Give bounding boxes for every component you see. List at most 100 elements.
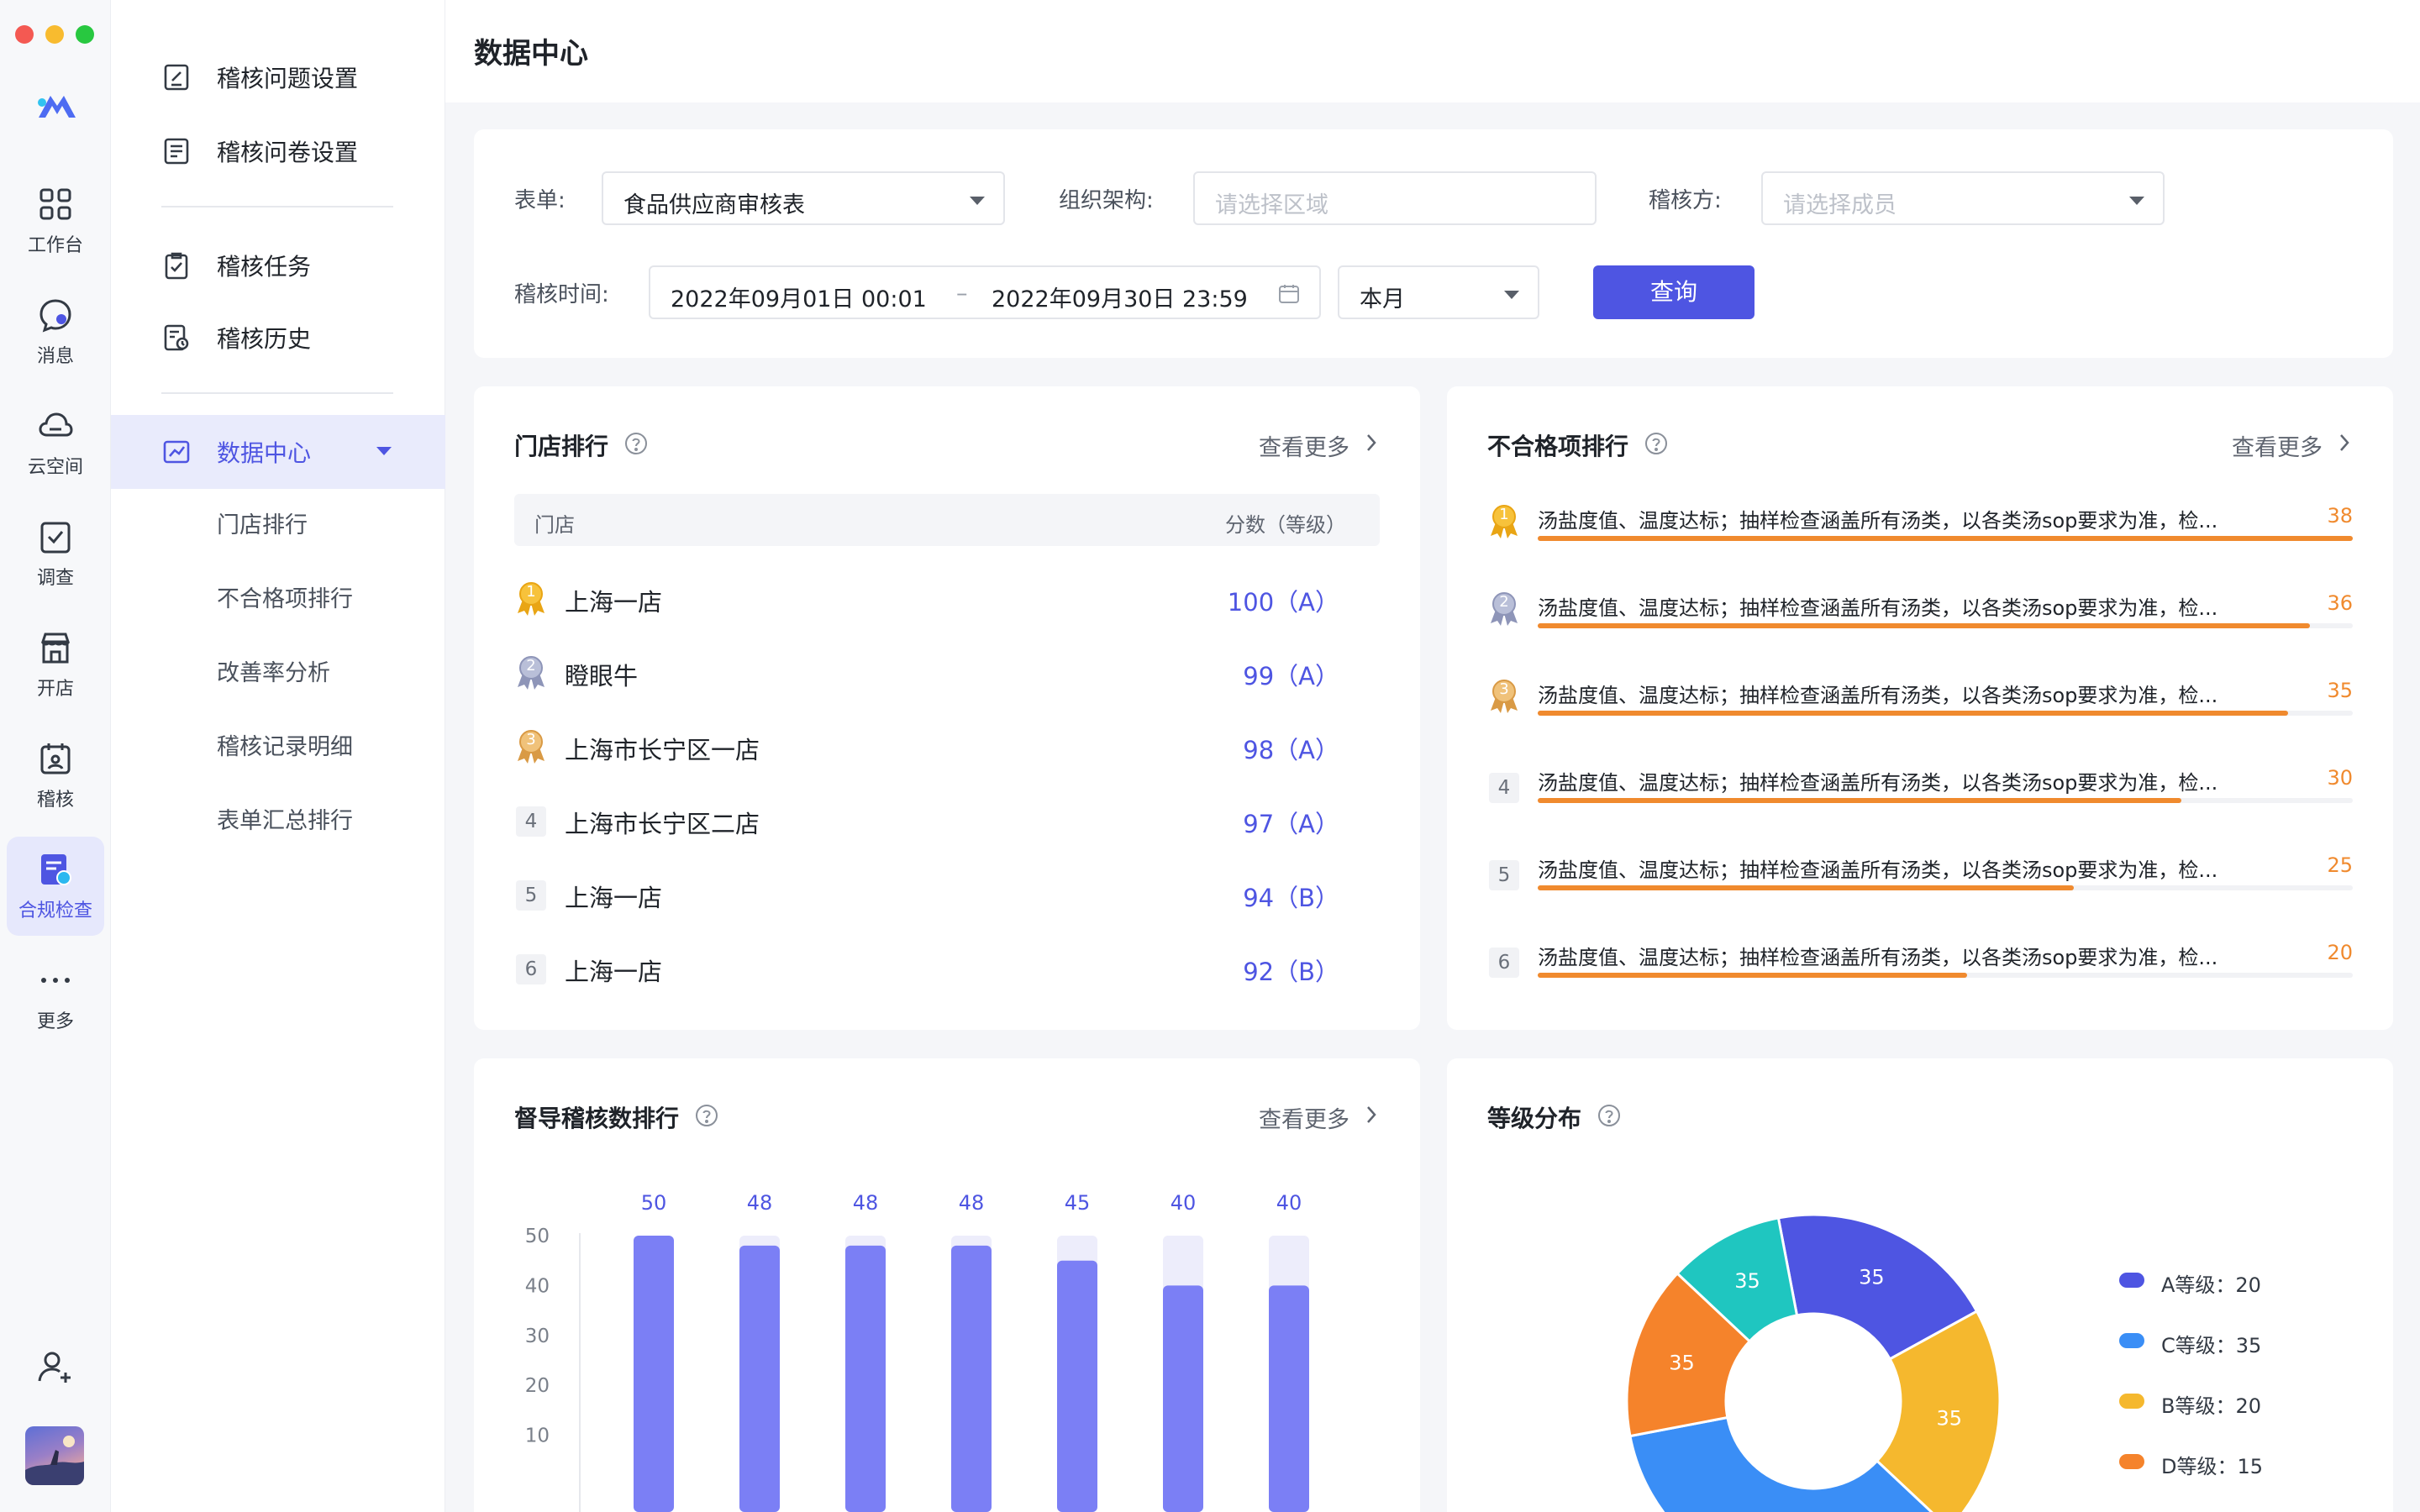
bar-value-label: 48 bbox=[747, 1191, 773, 1215]
nonconform-rank-row[interactable]: 1 汤盐度值、温度达标；抽样检查涵盖所有汤类，以各类汤sop要求为准，检... 38 bbox=[1487, 491, 2353, 578]
form-label: 表单: bbox=[514, 188, 566, 213]
menu-sub-item-improvement-analysis[interactable]: 改善率分析 bbox=[217, 637, 330, 711]
store-score: 97（A） bbox=[1243, 810, 1339, 838]
bronze-medal-icon: 3 bbox=[514, 727, 548, 764]
bar-value-label: 45 bbox=[1065, 1191, 1091, 1215]
org-select[interactable]: 请选择区域 bbox=[1193, 171, 1597, 225]
date-start: 2022年09月01日 00:01 bbox=[671, 286, 927, 312]
chevron-right-icon bbox=[1367, 434, 1376, 451]
store-rank-more-link[interactable]: 查看更多 bbox=[1259, 429, 1349, 462]
add-contact-icon[interactable] bbox=[35, 1347, 74, 1386]
y-tick-label: 10 bbox=[525, 1425, 550, 1447]
page-title: 数据中心 bbox=[474, 37, 588, 71]
nonconform-rank-row[interactable]: 3 汤盐度值、温度达标；抽样检查涵盖所有汤类，以各类汤sop要求为准，检... 35 bbox=[1487, 665, 2353, 753]
rail-item-audit[interactable]: 稽核 bbox=[7, 726, 104, 825]
nonconform-item-text: 汤盐度值、温度达标；抽样检查涵盖所有汤类，以各类汤sop要求为准，检... bbox=[1538, 946, 2218, 969]
nonconform-rank-row[interactable]: 4 汤盐度值、温度达标；抽样检查涵盖所有汤类，以各类汤sop要求为准，检... 30 bbox=[1487, 753, 2353, 840]
form-select-value: 食品供应商审核表 bbox=[623, 192, 805, 218]
nonconform-rank-row[interactable]: 6 汤盐度值、温度达标；抽样检查涵盖所有汤类，以各类汤sop要求为准，检... 20 bbox=[1487, 927, 2353, 1015]
store-rank-row[interactable]: 5 上海一店 94（B） bbox=[514, 857, 1380, 931]
grid-icon bbox=[39, 188, 71, 220]
rail-item-label: 合规检查 bbox=[18, 900, 92, 921]
help-icon[interactable] bbox=[1644, 431, 1669, 456]
rail-item-cloud[interactable]: 云空间 bbox=[7, 393, 104, 492]
y-tick-label: 20 bbox=[525, 1375, 550, 1397]
bar[interactable] bbox=[845, 1245, 886, 1512]
nonconform-progress-track bbox=[1538, 623, 2353, 628]
history-doc-icon bbox=[164, 324, 189, 351]
rail-item-more[interactable]: 更多 bbox=[7, 948, 104, 1047]
period-select-value: 本月 bbox=[1360, 286, 1405, 312]
bar[interactable] bbox=[1269, 1285, 1309, 1512]
user-avatar[interactable] bbox=[25, 1426, 84, 1485]
store-rank-row[interactable]: 2 瞪眼牛 99（A） bbox=[514, 635, 1380, 709]
nonconform-progress-track bbox=[1538, 711, 2353, 716]
window-close-button[interactable] bbox=[15, 25, 34, 44]
supervisor-rank-more-link[interactable]: 查看更多 bbox=[1259, 1101, 1349, 1134]
nonconform-rank-more-link[interactable]: 查看更多 bbox=[2232, 429, 2323, 462]
bar[interactable] bbox=[1057, 1260, 1097, 1512]
store-rank-row[interactable]: 1 上海一店 100（A） bbox=[514, 561, 1380, 635]
chart-icon bbox=[163, 440, 190, 464]
menu-sub-item-nonconform-rank[interactable]: 不合格项排行 bbox=[217, 563, 353, 637]
menu-item-audit-history[interactable]: 稽核历史 bbox=[111, 301, 445, 375]
nonconform-item-text: 汤盐度值、温度达标；抽样检查涵盖所有汤类，以各类汤sop要求为准，检... bbox=[1538, 596, 2218, 620]
window-minimize-button[interactable] bbox=[45, 25, 64, 44]
bar[interactable] bbox=[1163, 1285, 1203, 1512]
legend-swatch bbox=[2119, 1394, 2144, 1409]
bar[interactable] bbox=[739, 1245, 780, 1512]
menu-sub-item-store-rank[interactable]: 门店排行 bbox=[217, 489, 308, 563]
store-score: 92（B） bbox=[1243, 958, 1339, 986]
menu-item-audit-tasks[interactable]: 稽核任务 bbox=[111, 228, 445, 302]
period-select[interactable]: 本月 bbox=[1338, 265, 1539, 319]
medal-rank-number: 2 bbox=[1499, 593, 1509, 611]
cloud-icon bbox=[39, 412, 73, 437]
rail-item-label: 云空间 bbox=[27, 457, 83, 478]
window-zoom-button[interactable] bbox=[76, 25, 94, 44]
calendar-icon bbox=[1279, 285, 1299, 303]
legend-label: B等级：20 bbox=[2161, 1394, 2262, 1418]
date-range-picker[interactable]: 2022年09月01日 00:01 – 2022年09月30日 23:59 bbox=[649, 265, 1321, 319]
query-button[interactable]: 查询 bbox=[1593, 265, 1754, 319]
legend-swatch bbox=[2119, 1273, 2144, 1288]
form-select[interactable]: 食品供应商审核表 bbox=[602, 171, 1005, 225]
menu-divider bbox=[161, 392, 393, 394]
menu-item-data-center[interactable]: 数据中心 bbox=[111, 415, 445, 489]
rail-item-compliance[interactable]: 合规检查 bbox=[7, 837, 104, 936]
page-header: 数据中心 bbox=[445, 0, 2420, 102]
store-rank-table-header: 门店 分数（等级） bbox=[514, 494, 1380, 546]
org-label: 组织架构: bbox=[1059, 188, 1154, 213]
rail-item-survey[interactable]: 调查 bbox=[7, 504, 104, 603]
more-icon bbox=[41, 978, 70, 983]
bar[interactable] bbox=[951, 1245, 992, 1512]
help-icon[interactable] bbox=[623, 431, 649, 456]
nonconform-progress-fill bbox=[1538, 623, 2310, 628]
nonconform-rank-row[interactable]: 2 汤盐度值、温度达标；抽样检查涵盖所有汤类，以各类汤sop要求为准，检... 36 bbox=[1487, 578, 2353, 665]
menu-item-label: 稽核问题设置 bbox=[217, 65, 359, 92]
rail-item-messages[interactable]: 消息 bbox=[7, 282, 104, 381]
legend-swatch bbox=[2119, 1333, 2144, 1348]
chevron-right-icon bbox=[1367, 1106, 1376, 1123]
nonconform-progress-fill bbox=[1538, 798, 2181, 803]
help-icon[interactable] bbox=[694, 1103, 719, 1128]
y-tick-label: 50 bbox=[525, 1226, 550, 1247]
store-rank-row[interactable]: 3 上海市长宁区一店 98（A） bbox=[514, 709, 1380, 783]
menu-item-label: 稽核任务 bbox=[217, 253, 312, 281]
org-select-placeholder: 请选择区域 bbox=[1215, 192, 1328, 218]
medal-rank-number: 1 bbox=[1499, 506, 1509, 523]
grade-dist-title: 等级分布 bbox=[1487, 1105, 1582, 1132]
store-rank-row[interactable]: 6 上海一店 92（B） bbox=[514, 931, 1380, 1005]
rail-item-open-store[interactable]: 开店 bbox=[7, 615, 104, 714]
nonconform-rank-row[interactable]: 5 汤盐度值、温度达标；抽样检查涵盖所有汤类，以各类汤sop要求为准，检... 25 bbox=[1487, 840, 2353, 927]
menu-item-audit-question-settings[interactable]: 稽核问题设置 bbox=[111, 40, 445, 114]
rail-item-workbench[interactable]: 工作台 bbox=[7, 171, 104, 270]
help-icon[interactable] bbox=[1597, 1103, 1622, 1128]
nonconform-progress-track bbox=[1538, 973, 2353, 978]
auditor-select[interactable]: 请选择成员 bbox=[1761, 171, 2165, 225]
medal-rank-number: 3 bbox=[1499, 680, 1509, 698]
bar[interactable] bbox=[634, 1236, 674, 1512]
menu-sub-item-form-summary-rank[interactable]: 表单汇总排行 bbox=[217, 785, 353, 858]
menu-item-audit-questionnaire-settings[interactable]: 稽核问卷设置 bbox=[111, 114, 445, 188]
menu-sub-item-audit-records[interactable]: 稽核记录明细 bbox=[217, 711, 353, 785]
store-rank-row[interactable]: 4 上海市长宁区二店 97（A） bbox=[514, 783, 1380, 857]
